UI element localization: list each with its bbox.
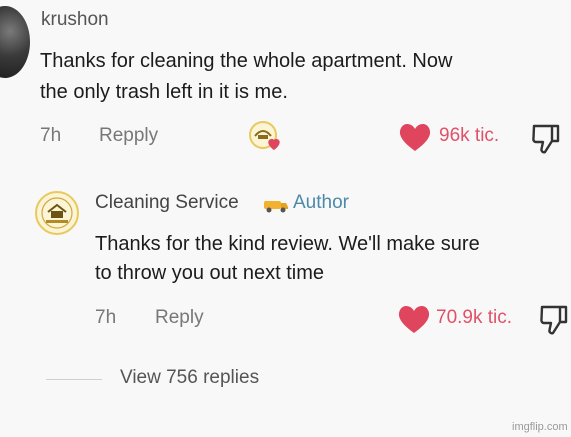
avatar[interactable] <box>0 6 30 78</box>
reply-reply-button[interactable]: Reply <box>155 307 204 329</box>
view-replies-button[interactable]: View 756 replies <box>120 367 259 389</box>
comment-reply-button[interactable]: Repply <box>99 125 158 147</box>
reply-username[interactable]: Cleaning Service <box>95 192 239 214</box>
dislike-icon[interactable] <box>531 122 561 156</box>
comment-like-count[interactable]: 96k tic. <box>439 125 499 147</box>
comment-text-line-2: the only trash left in it is me. <box>40 81 288 103</box>
watermark: imgflip.com <box>512 421 568 433</box>
heart-icon[interactable] <box>398 122 432 152</box>
heart-icon[interactable] <box>397 304 431 334</box>
reply-text-line-1: Thanks for the kind review. We'll make s… <box>95 233 480 255</box>
van-emoji-icon <box>262 194 290 214</box>
divider <box>46 379 102 380</box>
comment-text-line-1: Thanks for cleaning the whole apartment.… <box>40 50 453 72</box>
comment-timestamp: 7h <box>40 125 62 146</box>
comment-username[interactable]: krushon <box>41 9 109 31</box>
author-badge: Author <box>293 192 349 213</box>
dislike-icon[interactable] <box>539 303 569 337</box>
reply-text-line-2: to throw you out next time <box>95 262 325 284</box>
reply-timestamp: 7h <box>95 307 117 328</box>
avatar[interactable] <box>35 191 79 235</box>
reply-like-count[interactable]: 70.9k tic. <box>436 307 512 329</box>
creator-liked-icon <box>247 120 287 154</box>
